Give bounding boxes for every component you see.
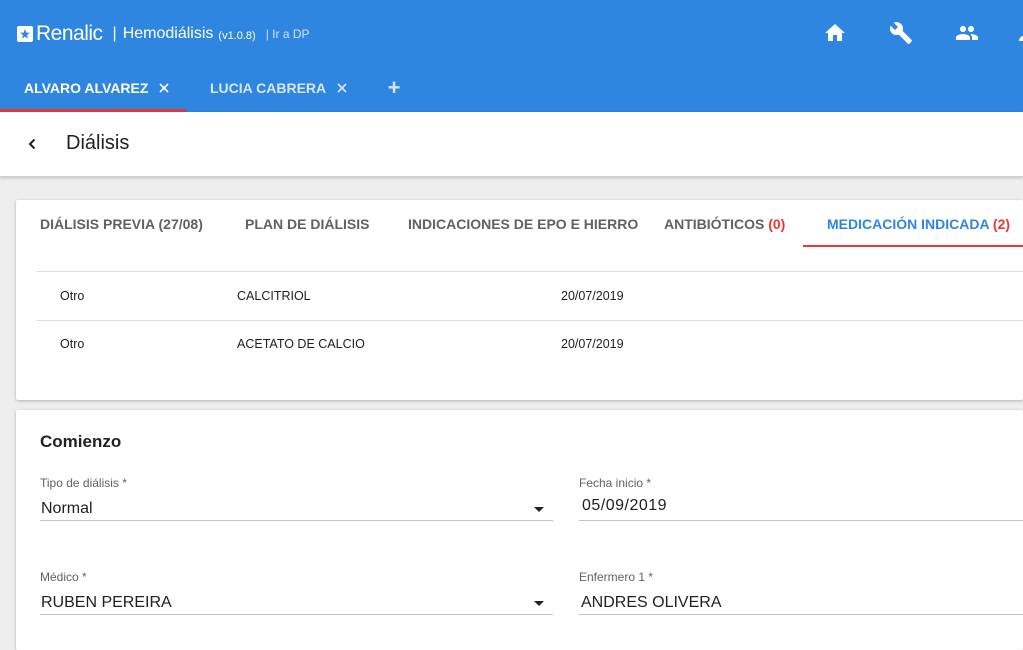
tab-indicaciones-epo-hierro[interactable]: INDICACIONES DE EPO E HIERRO xyxy=(408,200,638,248)
field-underline xyxy=(40,614,553,615)
field-value: 05/09/2019 xyxy=(582,497,668,514)
app-version: (v1.0.8) xyxy=(218,29,256,42)
page-header: Diálisis xyxy=(0,112,1023,177)
app-bar: Renalic | Hemodiálisis (v1.0.8) | Ir a D… xyxy=(0,0,1023,112)
go-to-dp-link[interactable]: | Ir a DP xyxy=(266,27,310,41)
tab-label: MEDICACIÓN INDICADA xyxy=(827,216,993,232)
dropdown-arrow-icon xyxy=(534,507,544,512)
tab-label: INDICACIONES DE EPO E HIERRO xyxy=(408,216,639,232)
field-underline xyxy=(579,614,1023,615)
patient-tab-lucia-cabrera[interactable]: LUCIA CABRERA xyxy=(210,64,348,112)
nurse-1-field[interactable]: Enfermero 1 * ANDRES OLIVERA xyxy=(579,570,1023,615)
renalic-logo-icon xyxy=(17,26,33,42)
brand-name: Renalic xyxy=(36,22,103,45)
tab-antibioticos[interactable]: ANTIBIÓTICOS (0) xyxy=(664,200,785,248)
brand-separator: | xyxy=(112,25,117,42)
medication-date: 20/07/2019 xyxy=(561,289,624,303)
people-icon[interactable] xyxy=(955,21,979,45)
start-date-field[interactable]: Fecha inicio * 05/09/2019 xyxy=(579,476,1023,521)
field-label: Tipo de diálisis * xyxy=(40,476,127,490)
tab-plan-de-dialisis[interactable]: PLAN DE DIÁLISIS xyxy=(245,200,369,248)
patient-tab-alvaro-alvarez[interactable]: ALVARO ALVAREZ xyxy=(24,64,170,112)
dropdown-arrow-icon xyxy=(534,601,544,606)
app-name: Hemodiálisis xyxy=(122,25,214,42)
active-tab-indicator xyxy=(803,245,1023,247)
home-icon[interactable] xyxy=(823,21,847,45)
tab-count-badge: (2) xyxy=(992,216,1011,232)
tab-dialisis-previa[interactable]: DIÁLISIS PREVIA (27/08) xyxy=(40,200,203,248)
medication-type: Otro xyxy=(60,337,85,351)
medication-date: 20/07/2019 xyxy=(561,337,624,351)
field-label: Fecha inicio * xyxy=(579,476,652,490)
medication-name: CALCITRIOL xyxy=(237,289,311,303)
field-value: ANDRES OLIVERA xyxy=(581,594,722,611)
patient-tab-label: ALVARO ALVAREZ xyxy=(24,80,149,96)
field-label: Enfermero 1 * xyxy=(579,570,654,584)
tab-count-badge: (0) xyxy=(768,216,786,232)
tab-medicacion-indicada[interactable]: MEDICACIÓN INDICADA (2) xyxy=(827,200,1010,248)
field-value: RUBEN PEREIRA xyxy=(41,594,172,611)
section-title: Comienzo xyxy=(40,432,122,451)
field-value: Normal xyxy=(41,500,93,517)
field-label: Médico * xyxy=(40,570,87,584)
table-row: Otro ACETATO DE CALCIO 20/07/2019 xyxy=(36,320,1023,368)
medication-name: ACETATO DE CALCIO xyxy=(237,337,365,351)
tab-label: PLAN DE DIÁLISIS xyxy=(245,216,370,232)
patient-tab-label: LUCIA CABRERA xyxy=(210,80,327,96)
close-icon[interactable] xyxy=(158,82,170,94)
add-tab-button[interactable]: + xyxy=(385,76,403,100)
dialysis-detail-card: DIÁLISIS PREVIA (27/08) PLAN DE DIÁLISIS… xyxy=(16,200,1023,400)
medication-type: Otro xyxy=(60,289,85,303)
tab-label: ANTIBIÓTICOS xyxy=(664,216,769,232)
start-form-card: Comienzo Tipo de diálisis * Normal Fecha… xyxy=(16,410,1023,650)
wrench-icon[interactable] xyxy=(889,21,913,45)
brand[interactable]: Renalic | Hemodiálisis (v1.0.8) | Ir a D… xyxy=(16,22,310,46)
dialysis-type-select[interactable]: Tipo de diálisis * Normal xyxy=(40,476,553,521)
page-title: Diálisis xyxy=(66,132,130,154)
field-underline xyxy=(579,520,1023,521)
chevron-left-icon[interactable] xyxy=(24,136,40,152)
table-row: Otro CALCITRIOL 20/07/2019 xyxy=(36,272,1023,321)
tab-label: DIÁLISIS PREVIA (27/08) xyxy=(40,216,203,232)
doctor-select[interactable]: Médico * RUBEN PEREIRA xyxy=(40,570,553,615)
account-icon[interactable] xyxy=(1015,21,1023,45)
close-icon[interactable] xyxy=(336,82,348,94)
patient-tabs: ALVARO ALVAREZ LUCIA CABRERA + xyxy=(0,64,1023,112)
field-underline xyxy=(40,520,553,521)
